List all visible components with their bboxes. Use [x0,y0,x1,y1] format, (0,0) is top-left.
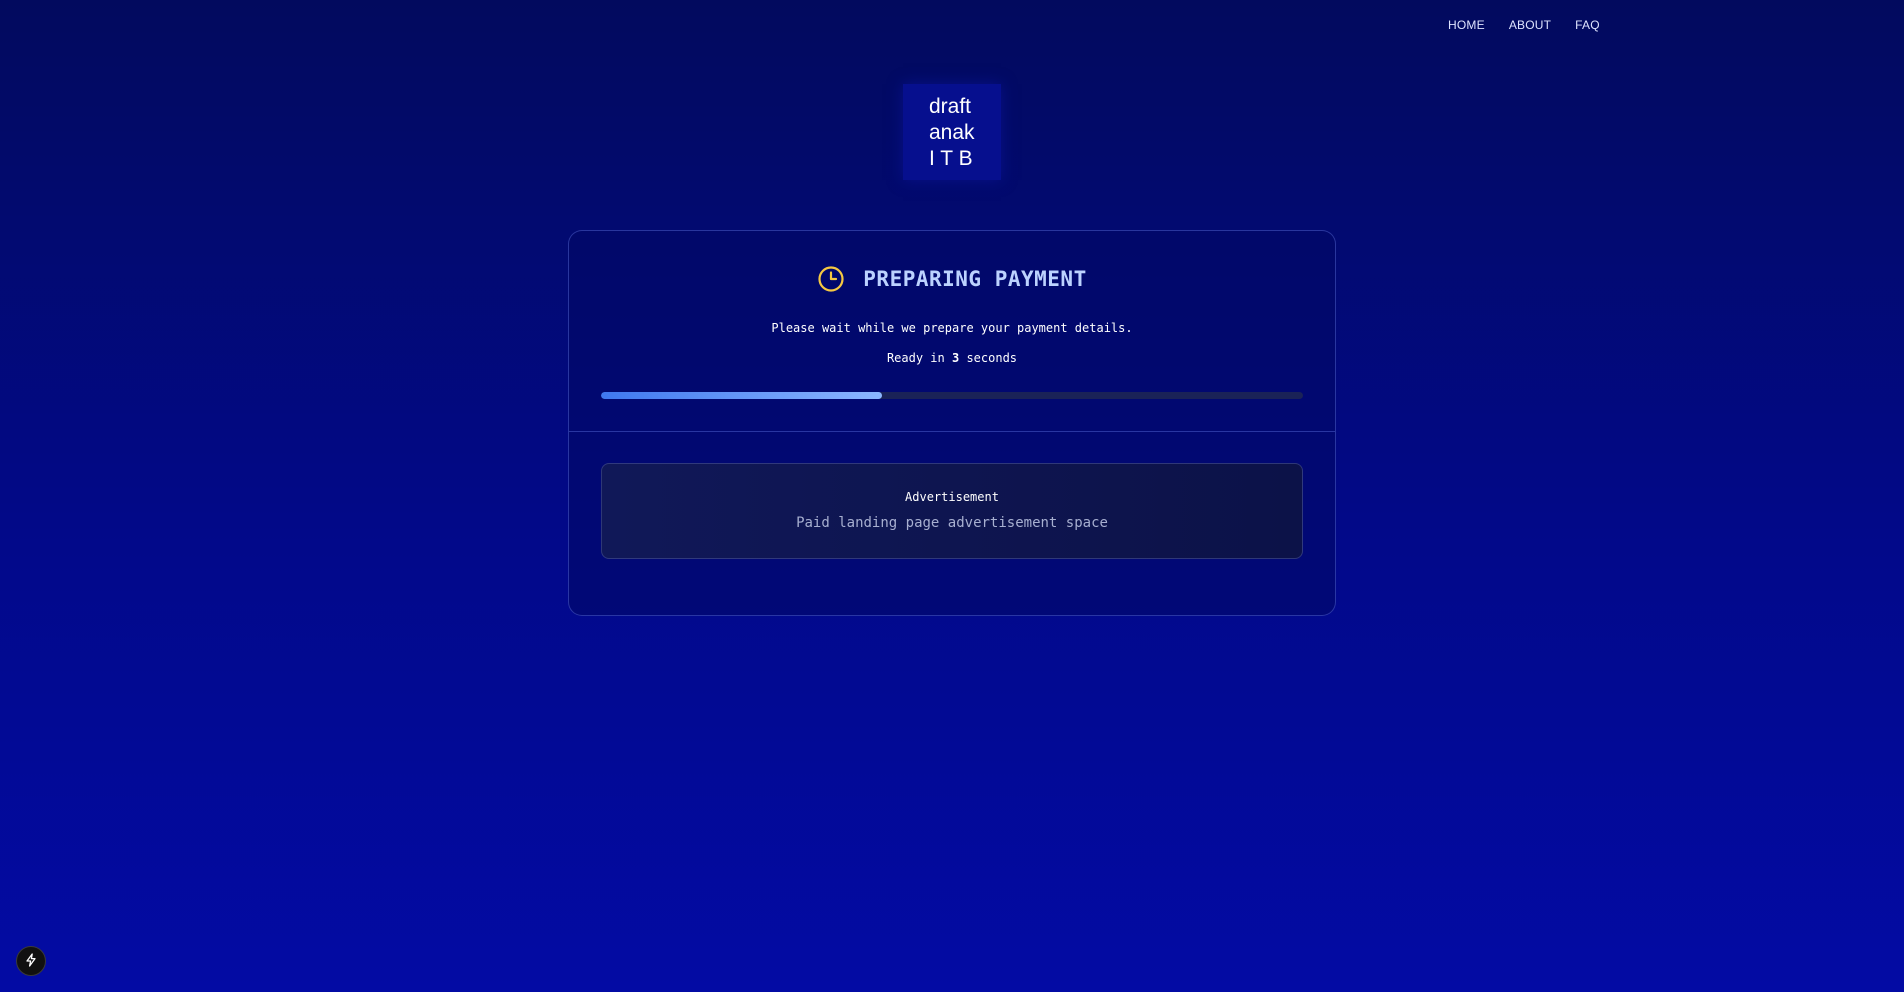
ad-text: Paid landing page advertisement space [796,515,1108,531]
top-nav: HOME ABOUT FAQ [1448,18,1600,32]
countdown-seconds: 3 [951,351,960,365]
logo-line-3: I T B [929,147,973,170]
nav-faq-link[interactable]: FAQ [1575,18,1600,32]
progress-fill [601,392,882,399]
title-row: PREPARING PAYMENT [569,265,1335,293]
nav-about-link[interactable]: ABOUT [1509,18,1551,32]
countdown-prefix: Ready in [886,351,945,365]
progress-bar [601,392,1303,399]
payment-status-card: PREPARING PAYMENT Please wait while we p… [568,230,1336,616]
logo-line-1: draft [929,95,972,118]
status-subtitle: Please wait while we prepare your paymen… [771,321,1133,335]
clock-icon [817,265,845,293]
bolt-icon [24,952,38,971]
logo-line-2: anak [929,121,975,144]
dev-tools-button[interactable] [16,946,46,976]
countdown-suffix: seconds [966,351,1018,365]
ad-label: Advertisement [905,490,999,504]
advertisement-box[interactable]: Advertisement Paid landing page advertis… [601,463,1303,559]
status-header: PREPARING PAYMENT Please wait while we p… [569,231,1335,432]
nav-home-link[interactable]: HOME [1448,18,1485,32]
countdown-text: Ready in 3 seconds [569,351,1335,365]
site-logo[interactable]: draft anak I T B [903,84,1001,180]
page-title: PREPARING PAYMENT [863,267,1087,291]
